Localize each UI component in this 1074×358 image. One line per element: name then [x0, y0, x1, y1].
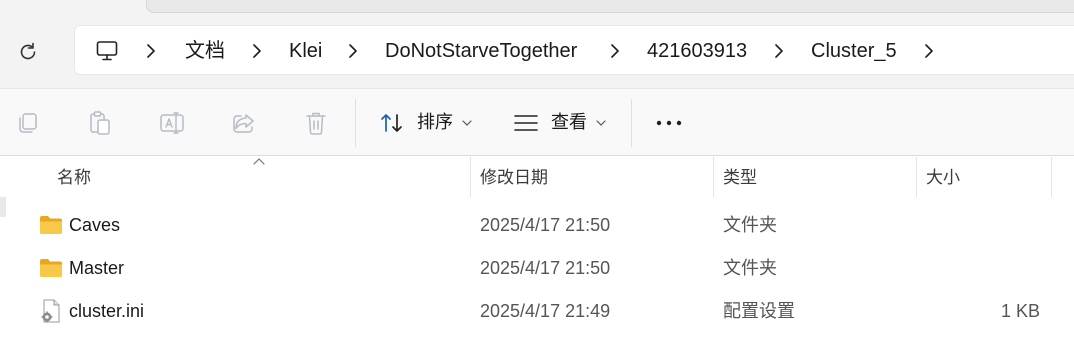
- column-divider[interactable]: [916, 157, 917, 197]
- file-type: 配置设置: [723, 301, 795, 321]
- title-strip: [0, 0, 1074, 14]
- folder-icon: [40, 259, 62, 277]
- column-divider[interactable]: [713, 157, 714, 197]
- toolbar-divider: [355, 99, 356, 147]
- file-row[interactable]: Master 2025/4/17 21:50 文件夹: [0, 246, 1074, 290]
- breadcrumb-item[interactable]: 文档: [185, 39, 225, 63]
- paste-icon[interactable]: [87, 109, 113, 137]
- chevron-right-icon[interactable]: [607, 42, 623, 60]
- address-row: 文档 Klei DoNotStarveTogether 421603913 Cl…: [0, 14, 1074, 88]
- command-bar: 排序 查看: [0, 88, 1074, 156]
- file-name[interactable]: cluster.ini: [69, 300, 144, 322]
- more-options-icon[interactable]: [655, 109, 683, 137]
- chevron-down-icon[interactable]: [596, 120, 606, 126]
- browser-tab[interactable]: [146, 0, 1074, 13]
- column-header-size[interactable]: 大小: [926, 167, 960, 189]
- breadcrumb-item[interactable]: DoNotStarveTogether: [385, 39, 577, 63]
- breadcrumb-item[interactable]: Cluster_5: [811, 39, 897, 63]
- column-header-type[interactable]: 类型: [723, 167, 757, 189]
- file-modified: 2025/4/17 21:50: [480, 258, 611, 278]
- breadcrumb-item[interactable]: 421603913: [647, 39, 747, 63]
- file-name[interactable]: Master: [69, 257, 124, 279]
- view-icon[interactable]: [513, 109, 539, 137]
- breadcrumb-item[interactable]: Klei: [289, 39, 322, 63]
- chevron-right-icon[interactable]: [345, 42, 361, 60]
- file-type: 文件夹: [723, 215, 777, 235]
- address-bar[interactable]: 文档 Klei DoNotStarveTogether 421603913 Cl…: [74, 25, 1074, 75]
- folder-icon: [40, 216, 62, 234]
- file-row[interactable]: cluster.ini 2025/4/17 21:49 配置设置 1 KB: [0, 289, 1074, 333]
- column-divider[interactable]: [470, 157, 471, 197]
- rename-icon[interactable]: [159, 109, 185, 137]
- file-row[interactable]: Caves 2025/4/17 21:50 文件夹: [0, 203, 1074, 247]
- column-header-row: 名称 修改日期 类型 大小: [0, 157, 1074, 197]
- chevron-right-icon[interactable]: [771, 42, 787, 60]
- chevron-right-icon[interactable]: [143, 42, 159, 60]
- toolbar-divider: [631, 99, 632, 147]
- chevron-right-icon[interactable]: [921, 42, 937, 60]
- chevron-right-icon[interactable]: [249, 42, 265, 60]
- column-header-name[interactable]: 名称: [57, 167, 91, 189]
- sort-icon[interactable]: [379, 109, 405, 137]
- sort-ascending-icon: [253, 158, 265, 165]
- file-type: 文件夹: [723, 258, 777, 278]
- file-modified: 2025/4/17 21:50: [480, 215, 611, 235]
- view-button[interactable]: 查看: [551, 111, 587, 135]
- refresh-icon[interactable]: [14, 38, 42, 66]
- share-icon[interactable]: [231, 109, 257, 137]
- sort-button[interactable]: 排序: [417, 111, 453, 135]
- delete-icon[interactable]: [303, 109, 329, 137]
- settings-file-icon: [41, 299, 60, 323]
- column-header-modified[interactable]: 修改日期: [480, 167, 548, 189]
- chevron-down-icon[interactable]: [462, 120, 472, 126]
- copy-icon[interactable]: [15, 109, 41, 137]
- file-name[interactable]: Caves: [69, 214, 120, 236]
- file-size: 1 KB: [1000, 301, 1040, 321]
- file-modified: 2025/4/17 21:49: [480, 301, 611, 321]
- this-pc-icon[interactable]: [95, 39, 119, 67]
- column-divider[interactable]: [1051, 157, 1052, 197]
